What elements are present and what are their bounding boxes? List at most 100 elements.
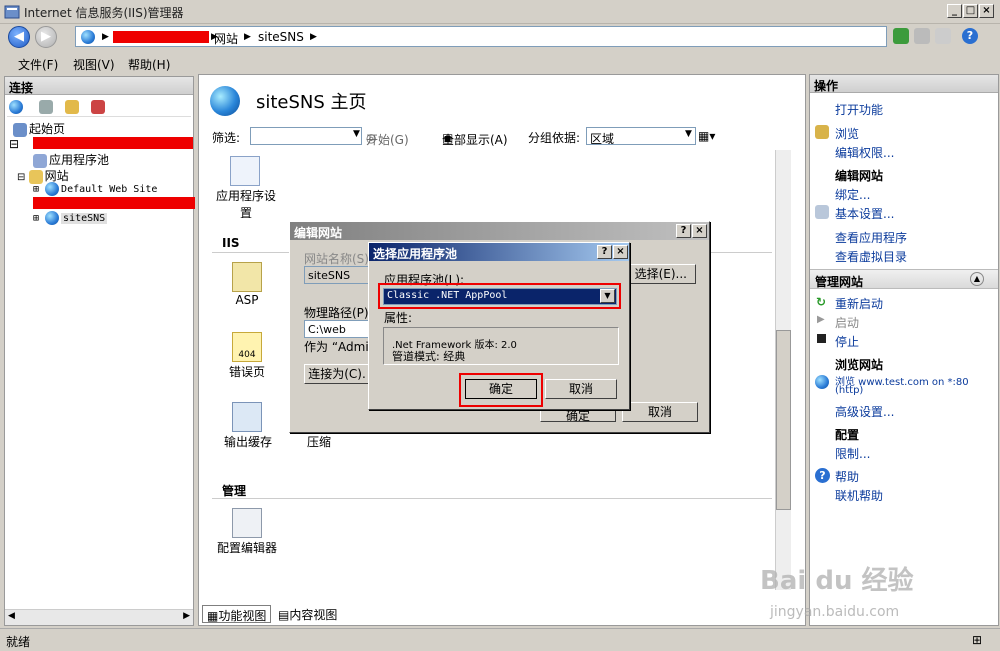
start-icon: ▶ (817, 314, 825, 325)
config-editor-icon[interactable] (232, 508, 262, 538)
app-settings-icon[interactable] (230, 156, 260, 186)
select-pool-title: 选择应用程序池 (369, 243, 629, 261)
globe-icon (81, 30, 95, 44)
edit-site-header: 编辑网站 (835, 169, 884, 183)
action-browse-url-protocol[interactable]: (http) (835, 385, 863, 396)
site-globe-icon (45, 182, 60, 196)
refresh-icon[interactable] (893, 28, 909, 44)
address-bar[interactable]: ▶ ▶ 网站 ▶ siteSNS ▶ (75, 26, 887, 47)
section-iis: IIS (222, 236, 240, 250)
pipeline-mode-text: 管道模式: 经典 (392, 350, 466, 363)
action-start[interactable]: 启动 (835, 314, 859, 331)
action-limits[interactable]: 限制... (835, 445, 870, 462)
tree-start-page[interactable]: 起始页 (13, 120, 65, 137)
action-bindings[interactable]: 绑定... (835, 186, 870, 203)
app-pool-select[interactable]: Classic .NET AppPool (383, 288, 617, 305)
manage-site-header: 管理网站 (815, 275, 864, 289)
filter-input[interactable] (250, 127, 362, 145)
minimize-button[interactable]: _ (947, 4, 962, 18)
menu-help[interactable]: 帮助(H) (128, 56, 170, 73)
site-globe-icon (45, 211, 60, 225)
menu-file[interactable]: 文件(F) (18, 56, 58, 73)
site-globe-icon (210, 86, 240, 116)
home-icon[interactable] (935, 28, 951, 44)
error-pages-icon[interactable]: 404 (232, 332, 262, 362)
stop-icon[interactable] (914, 28, 930, 44)
feature-view-icon: ▦ (207, 609, 219, 623)
feature-output-cache[interactable]: 输出缓存 (222, 433, 274, 450)
tree-site-sns[interactable]: ⊞ siteSNS (33, 211, 108, 225)
scroll-thumb[interactable] (776, 330, 791, 510)
actions-pane: 操作 打开功能 浏览 编辑权限... 编辑网站 绑定... 基本设置... 查看… (809, 74, 999, 626)
feature-error-pages[interactable]: 错误页 (224, 363, 270, 380)
select-pool-cancel-button[interactable]: 取消 (545, 379, 617, 399)
view-mode-icon[interactable]: ▦▾ (698, 129, 715, 143)
collapse-icon: ⊟ (17, 172, 29, 183)
section-divider (212, 498, 772, 499)
tree-app-pools[interactable]: 应用程序池 (33, 151, 109, 168)
breadcrumb-sites[interactable]: 网站 (214, 30, 238, 47)
collapse-section-icon[interactable]: ▲ (970, 272, 984, 286)
vertical-scrollbar[interactable] (775, 150, 791, 590)
status-text: 就绪 (6, 635, 31, 649)
connect-icon[interactable] (9, 100, 23, 114)
action-advanced-settings[interactable]: 高级设置... (835, 403, 894, 420)
action-stop[interactable]: 停止 (835, 333, 859, 350)
edit-site-close-button[interactable]: × (692, 224, 707, 238)
select-pool-button[interactable]: 选择(E)... (620, 264, 696, 284)
select-pool-ok-button[interactable]: 确定 (465, 379, 537, 399)
page-title: siteSNS 主页 (256, 92, 367, 113)
breadcrumb-separator-icon: ▶ (102, 32, 109, 42)
tree-default-site[interactable]: ⊞ Default Web Site (33, 182, 157, 196)
pool-dropdown-icon[interactable]: ▼ (600, 289, 615, 303)
up-level-icon[interactable] (65, 100, 79, 114)
horizontal-scrollbar[interactable]: ◀ ▶ (5, 609, 193, 625)
action-edit-permissions[interactable]: 编辑权限... (835, 144, 894, 161)
select-pool-close-button[interactable]: × (613, 245, 628, 259)
tree-server-expander[interactable]: ⊟ (9, 137, 19, 151)
edit-site-cancel-button[interactable]: 取消 (622, 402, 698, 422)
properties-box: .Net Framework 版本: 2.0 管道模式: 经典 (383, 327, 619, 365)
breadcrumb-site[interactable]: siteSNS (258, 30, 304, 44)
redacted-server-node (33, 137, 193, 149)
group-by-select[interactable]: 区域 (586, 127, 696, 145)
start-page-icon (13, 122, 27, 137)
group-dropdown-icon[interactable]: ▼ (685, 129, 692, 139)
scroll-left-icon[interactable]: ◀ (8, 611, 15, 621)
action-view-vdirs[interactable]: 查看虚拟目录 (835, 248, 907, 265)
action-online-help[interactable]: 联机帮助 (835, 487, 883, 504)
feature-asp[interactable]: ASP (230, 293, 264, 307)
help-icon[interactable]: ? (962, 28, 978, 44)
filter-dropdown-icon[interactable]: ▼ (353, 129, 360, 139)
physical-path-input[interactable]: C:\web (304, 320, 370, 338)
feature-config-editor[interactable]: 配置编辑器 (216, 539, 278, 556)
delete-connection-icon[interactable] (91, 100, 105, 114)
output-cache-icon[interactable] (232, 402, 262, 432)
feature-compression[interactable]: 压缩 (304, 433, 334, 450)
action-open-feature[interactable]: 打开功能 (835, 101, 883, 118)
breadcrumb-separator-icon: ▶ (310, 32, 317, 42)
save-icon[interactable] (39, 100, 53, 114)
close-button[interactable]: × (979, 4, 994, 18)
action-browse[interactable]: 浏览 (835, 125, 859, 142)
asp-icon[interactable] (232, 262, 262, 292)
select-pool-help-button[interactable]: ? (597, 245, 612, 259)
tab-feature-view[interactable]: ▦功能视图 (202, 605, 272, 623)
feature-app-settings[interactable]: 应用程序设置 (216, 187, 276, 221)
back-button[interactable]: ◀ (8, 26, 30, 48)
maximize-button[interactable]: □ (963, 4, 978, 18)
network-status-icon: ⊞ (972, 633, 983, 647)
edit-site-help-button[interactable]: ? (676, 224, 691, 238)
connect-as-button[interactable]: 连接为(C). (304, 364, 370, 384)
action-view-apps[interactable]: 查看应用程序 (835, 229, 907, 246)
watermark-url: jingyan.baidu.com (770, 604, 900, 620)
action-restart[interactable]: 重新启动 (835, 295, 883, 312)
menu-view[interactable]: 视图(V) (73, 56, 115, 73)
status-bar: 就绪 ⊞ (0, 628, 1000, 651)
scroll-right-icon[interactable]: ▶ (183, 611, 190, 621)
action-basic-settings[interactable]: 基本设置... (835, 205, 894, 222)
forward-button[interactable]: ▶ (35, 26, 57, 48)
action-help[interactable]: 帮助 (835, 468, 859, 485)
tab-content-view[interactable]: ▤内容视图 (274, 605, 341, 623)
site-name-input[interactable]: siteSNS (304, 266, 370, 284)
